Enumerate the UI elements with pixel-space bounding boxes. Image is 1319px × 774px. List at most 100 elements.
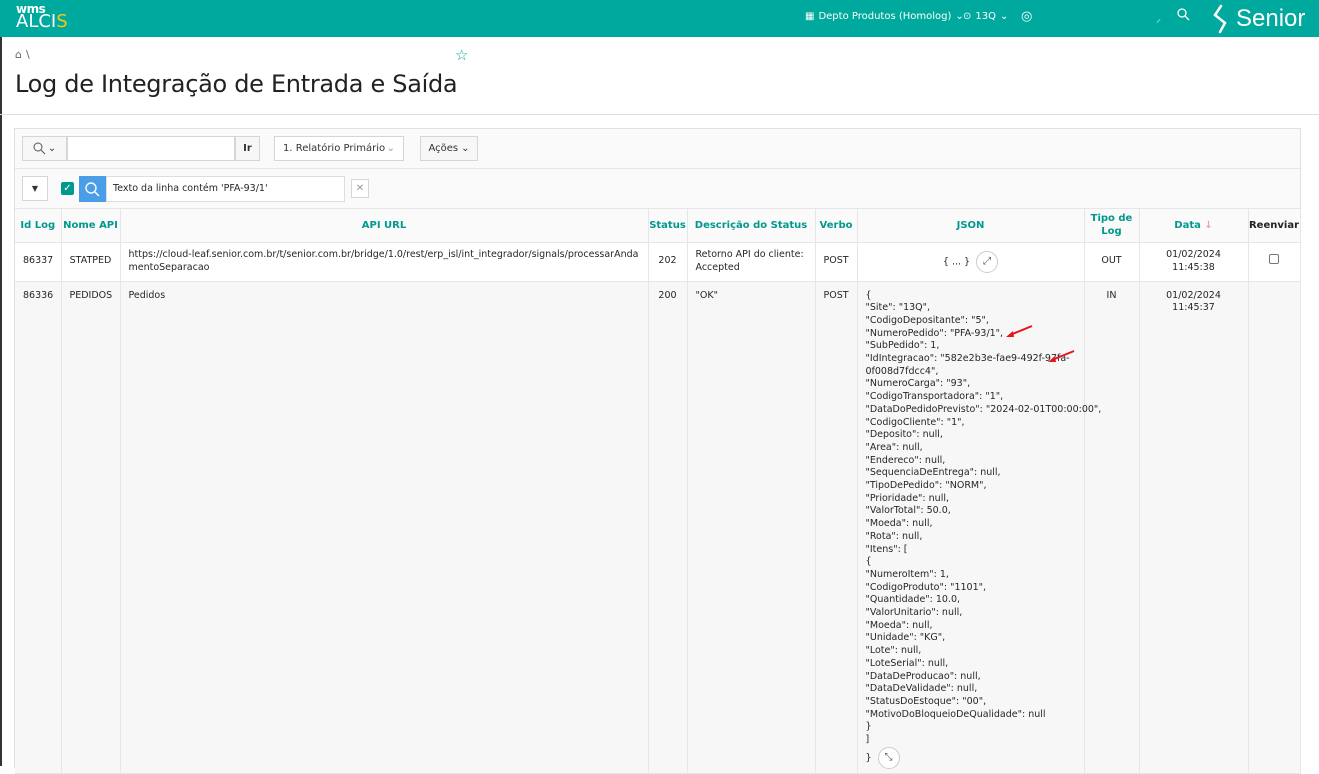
col-json[interactable]: JSON xyxy=(857,209,1085,243)
json-line-text: "LoteSerial": null, xyxy=(865,657,949,669)
site-label: 13Q xyxy=(975,11,996,22)
json-line: { xyxy=(866,556,1076,569)
json-line: 0f008d7fdcc4", xyxy=(866,366,1076,379)
expand-icon[interactable]: ⸝ xyxy=(1156,11,1161,25)
search-icon[interactable] xyxy=(1177,8,1190,21)
go-button[interactable]: Ir xyxy=(235,136,260,161)
json-line-text: "CodigoDepositante": "5", xyxy=(865,314,989,326)
json-collapsed: { ... } xyxy=(942,256,971,267)
toggle-filters-button[interactable]: ▼ xyxy=(22,176,48,201)
json-line: "NumeroPedido": "PFA-93/1", xyxy=(865,324,1076,341)
breadcrumb: ⌂ \ xyxy=(15,48,30,61)
json-line: "DataDeProducao": null, xyxy=(866,671,1076,684)
col-verbo[interactable]: Verbo xyxy=(815,209,858,243)
filter-enabled-checkbox[interactable]: ✓ xyxy=(61,182,74,195)
user-icon[interactable]: ◎ xyxy=(1021,9,1032,24)
report-toolbar: ⌄ Ir 1. Relatório Primário ⌄ Ações ⌄ xyxy=(15,129,1300,169)
json-line-text: "Site": "13Q", xyxy=(865,302,931,314)
json-expanded: {"Site": "13Q", "CodigoDepositante": "5",… xyxy=(865,290,1101,769)
building-icon: ▦ xyxy=(805,11,815,22)
cell-json: { ... } ⤢ xyxy=(857,242,1085,282)
expand-json-icon[interactable]: ⤢ xyxy=(976,250,999,273)
actions-button[interactable]: Ações ⌄ xyxy=(420,136,478,161)
json-line-text: "Itens": [ xyxy=(865,543,908,555)
chevron-down-icon: ⌄ xyxy=(1000,11,1009,22)
json-line-text: "Quantidade": 10.0, xyxy=(865,594,961,606)
json-line: "CodigoTransportadora": "1", xyxy=(866,391,1076,404)
json-line-text: "Area": null, xyxy=(865,441,923,453)
json-line: } xyxy=(866,721,1076,734)
actions-label: Ações xyxy=(428,143,459,154)
favorite-star-icon[interactable]: ☆ xyxy=(455,46,468,64)
remove-filter-button[interactable]: ✕ xyxy=(351,179,369,198)
json-line-text: "NumeroPedido": "PFA-93/1", xyxy=(865,327,1004,339)
filter-bar: ▼ ✓ Texto da linha contém 'PFA-93/1' ✕ xyxy=(15,169,1300,209)
logo-main-text: ALCI xyxy=(16,11,57,32)
json-line: "StatusDoEstoque": "00", xyxy=(866,696,1076,709)
cell-date: 01/02/2024 11:45:38 xyxy=(1139,242,1249,282)
resend-checkbox[interactable] xyxy=(1269,254,1279,265)
json-line-text: "SubPedido": 1, xyxy=(865,340,940,352)
table-header: Id Log Nome API API URL Status Descrição… xyxy=(15,209,1301,243)
search-input[interactable] xyxy=(67,136,235,161)
json-line: { xyxy=(866,290,1076,303)
chevron-down-icon: ⌄ xyxy=(386,143,395,154)
cell-json: {"Site": "13Q", "CodigoDepositante": "5",… xyxy=(857,281,1101,774)
col-tipo-log[interactable]: Tipo de Log xyxy=(1084,209,1140,243)
json-line: "TipoDePedido": "NORM", xyxy=(866,480,1076,493)
json-line-text: "Moeda": null, xyxy=(865,518,933,530)
cell-type: IN xyxy=(1084,281,1140,774)
senior-logo: Senior xyxy=(1212,4,1305,34)
json-line-text: "SequenciaDeEntrega": null, xyxy=(865,467,1001,479)
json-line-text: "ValorTotal": 50.0, xyxy=(865,505,951,517)
json-line-text: ] xyxy=(865,734,870,746)
json-line-text: 0f008d7fdcc4", xyxy=(865,365,939,377)
location-pin-icon: ⊙ xyxy=(963,11,972,22)
cell-reenviar xyxy=(1248,242,1301,282)
col-api-url[interactable]: API URL xyxy=(120,209,649,243)
json-line: "NumeroCarga": "93", xyxy=(866,378,1076,391)
cell-desc: "OK" xyxy=(687,281,816,774)
col-descricao-status[interactable]: Descrição do Status xyxy=(687,209,816,243)
col-nome-api[interactable]: Nome API xyxy=(61,209,121,243)
json-line-text: "ValorUnitario": null, xyxy=(865,607,963,619)
log-table: Id Log Nome API API URL Status Descrição… xyxy=(15,209,1301,774)
json-line-text: "CodigoCliente": "1", xyxy=(865,416,965,428)
col-data[interactable]: Data ↓ xyxy=(1139,209,1249,243)
json-line: "NumeroItem": 1, xyxy=(866,569,1076,582)
site-selector[interactable]: ⊙ 13Q ⌄ xyxy=(963,11,1008,22)
red-arrow-annotation-icon xyxy=(1047,350,1074,363)
chevron-down-icon: ⌄ xyxy=(461,143,470,154)
json-line-text: "Lote": null, xyxy=(865,645,922,657)
json-line-text: "Unidade": "KG", xyxy=(865,632,946,644)
cell-verb: POST xyxy=(815,281,858,774)
filter-text[interactable]: Texto da linha contém 'PFA-93/1' xyxy=(106,176,345,202)
json-line: ] xyxy=(866,734,1076,747)
report-select[interactable]: 1. Relatório Primário ⌄ xyxy=(274,136,404,161)
cell-url: Pedidos xyxy=(120,281,649,774)
col-id-log[interactable]: Id Log xyxy=(15,209,62,243)
json-line: "Rota": null, xyxy=(866,531,1076,544)
breadcrumb-separator: \ xyxy=(25,48,30,61)
top-bar: wms ALCIS ▦ Depto Produtos (Homolog) ⌄ ⊙… xyxy=(0,0,1319,37)
json-line: "Endereco": null, xyxy=(866,455,1076,468)
cell-status: 200 xyxy=(648,281,688,774)
depot-label: Depto Produtos (Homolog) xyxy=(818,11,952,22)
wms-alcis-logo[interactable]: wms ALCIS xyxy=(16,3,68,31)
json-line: "ValorUnitario": null, xyxy=(866,607,1076,620)
search-column-button[interactable]: ⌄ xyxy=(22,136,67,161)
json-line: "Deposito": null, xyxy=(866,429,1076,442)
depot-selector[interactable]: ▦ Depto Produtos (Homolog) ⌄ xyxy=(805,11,964,22)
col-status[interactable]: Status xyxy=(648,209,688,243)
json-line: "IdIntegracao": "582e2b3e-fae9-492f-97fa… xyxy=(866,350,1076,366)
logo-accent: S xyxy=(56,11,68,32)
home-icon[interactable]: ⌂ xyxy=(15,48,22,61)
cell-id: 86336 xyxy=(15,281,62,774)
interactive-report: ⌄ Ir 1. Relatório Primário ⌄ Ações ⌄ ▼ ✓ T… xyxy=(14,128,1301,774)
json-line: "Moeda": null, xyxy=(866,620,1076,633)
json-line-text: { xyxy=(865,289,872,301)
json-line: "MotivoDoBloqueioDeQualidade": null xyxy=(866,709,1076,722)
logo-main: ALCIS xyxy=(16,13,68,31)
window-edge xyxy=(0,37,2,766)
col-reenviar[interactable]: Reenviar xyxy=(1248,209,1301,243)
